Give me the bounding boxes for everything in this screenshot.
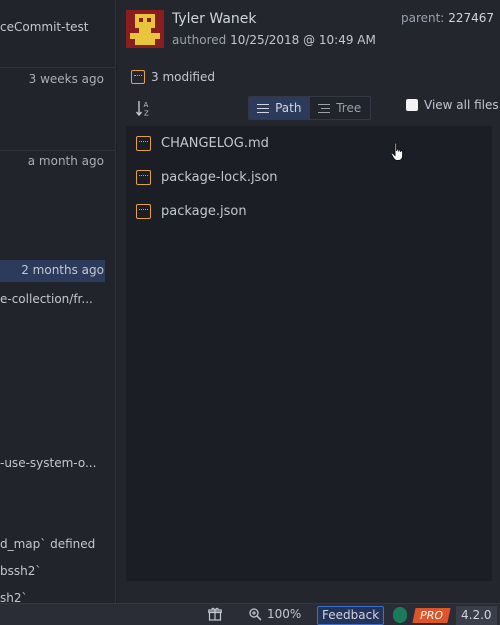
zoom-control[interactable]: 100% [249, 607, 301, 621]
file-name: CHANGELOG.md [161, 135, 269, 151]
feedback-button[interactable]: Feedback [317, 606, 385, 625]
author-name: Tyler Wanek [172, 11, 257, 27]
file-name: package.json [161, 203, 247, 219]
pro-badge[interactable]: PRO [412, 608, 451, 623]
authored-date: 10/25/2018 @ 10:49 AM [230, 33, 376, 47]
commit-time[interactable]: a month ago [28, 154, 104, 168]
view-mode-toggle: Path Tree [248, 96, 371, 120]
zoom-level: 100% [267, 607, 302, 621]
commit-message[interactable]: sh2` [0, 591, 28, 603]
gift-icon[interactable] [208, 607, 222, 621]
parent-label: parent: [400, 11, 445, 25]
authored-label: authored [172, 33, 227, 47]
modified-file-icon [136, 203, 151, 219]
view-all-files-toggle[interactable]: View all files [406, 98, 499, 112]
version-label[interactable]: 4.2.0 [456, 606, 497, 625]
commit-message[interactable]: e-collection/fr... [0, 292, 93, 306]
tree-view-button[interactable]: Tree [310, 97, 371, 119]
modified-file-icon [131, 70, 145, 84]
modified-file-icon [136, 169, 151, 185]
repo-name-fragment: ceCommit-test [0, 20, 89, 34]
commit-details-panel: Tyler Wanek authored 10/25/2018 @ 10:49 … [117, 0, 500, 603]
commit-time[interactable]: 2 months ago [21, 263, 104, 277]
commit-time[interactable]: 3 weeks ago [29, 72, 104, 86]
path-view-label: Path [275, 101, 302, 115]
parent-sha-link[interactable]: 227467 [448, 11, 494, 25]
view-all-files-checkbox[interactable] [406, 99, 418, 111]
svg-text:A: A [144, 101, 149, 109]
sort-az-icon[interactable]: A Z [136, 99, 152, 117]
divider [0, 150, 116, 151]
changed-files-list: CHANGELOG.md package-lock.json package.j… [126, 126, 492, 581]
commit-message[interactable]: -use-system-o... [0, 456, 96, 470]
gitkraken-logo-icon[interactable] [393, 607, 407, 623]
panel-divider[interactable] [115, 0, 116, 603]
authored-info: authored 10/25/2018 @ 10:49 AM [172, 33, 376, 47]
status-bar: 100% Feedback PRO 4.2.0 [0, 603, 500, 625]
modified-summary: 3 modified [131, 70, 215, 84]
commit-message[interactable]: d_map` defined [0, 537, 95, 551]
hand-pointer-cursor-icon [390, 142, 404, 161]
modified-file-icon [136, 135, 151, 151]
tree-icon [318, 103, 331, 113]
divider [0, 67, 116, 68]
view-all-files-label: View all files [424, 98, 499, 112]
file-row[interactable]: CHANGELOG.md [126, 126, 492, 160]
commit-graph-panel: ceCommit-test 3 weeks ago a month ago 2 … [0, 0, 116, 603]
list-icon [257, 103, 270, 113]
modified-count: 3 modified [151, 70, 215, 84]
file-row[interactable]: package.json [126, 194, 492, 228]
path-view-button[interactable]: Path [249, 97, 310, 119]
zoom-in-icon [249, 607, 262, 621]
svg-text:Z: Z [144, 110, 149, 118]
file-name: package-lock.json [161, 169, 278, 185]
parent-info: parent: 227467 [401, 11, 494, 25]
author-avatar [126, 10, 164, 48]
tree-view-label: Tree [336, 101, 362, 115]
file-row[interactable]: package-lock.json [126, 160, 492, 194]
commit-message[interactable]: bssh2` [0, 564, 41, 578]
